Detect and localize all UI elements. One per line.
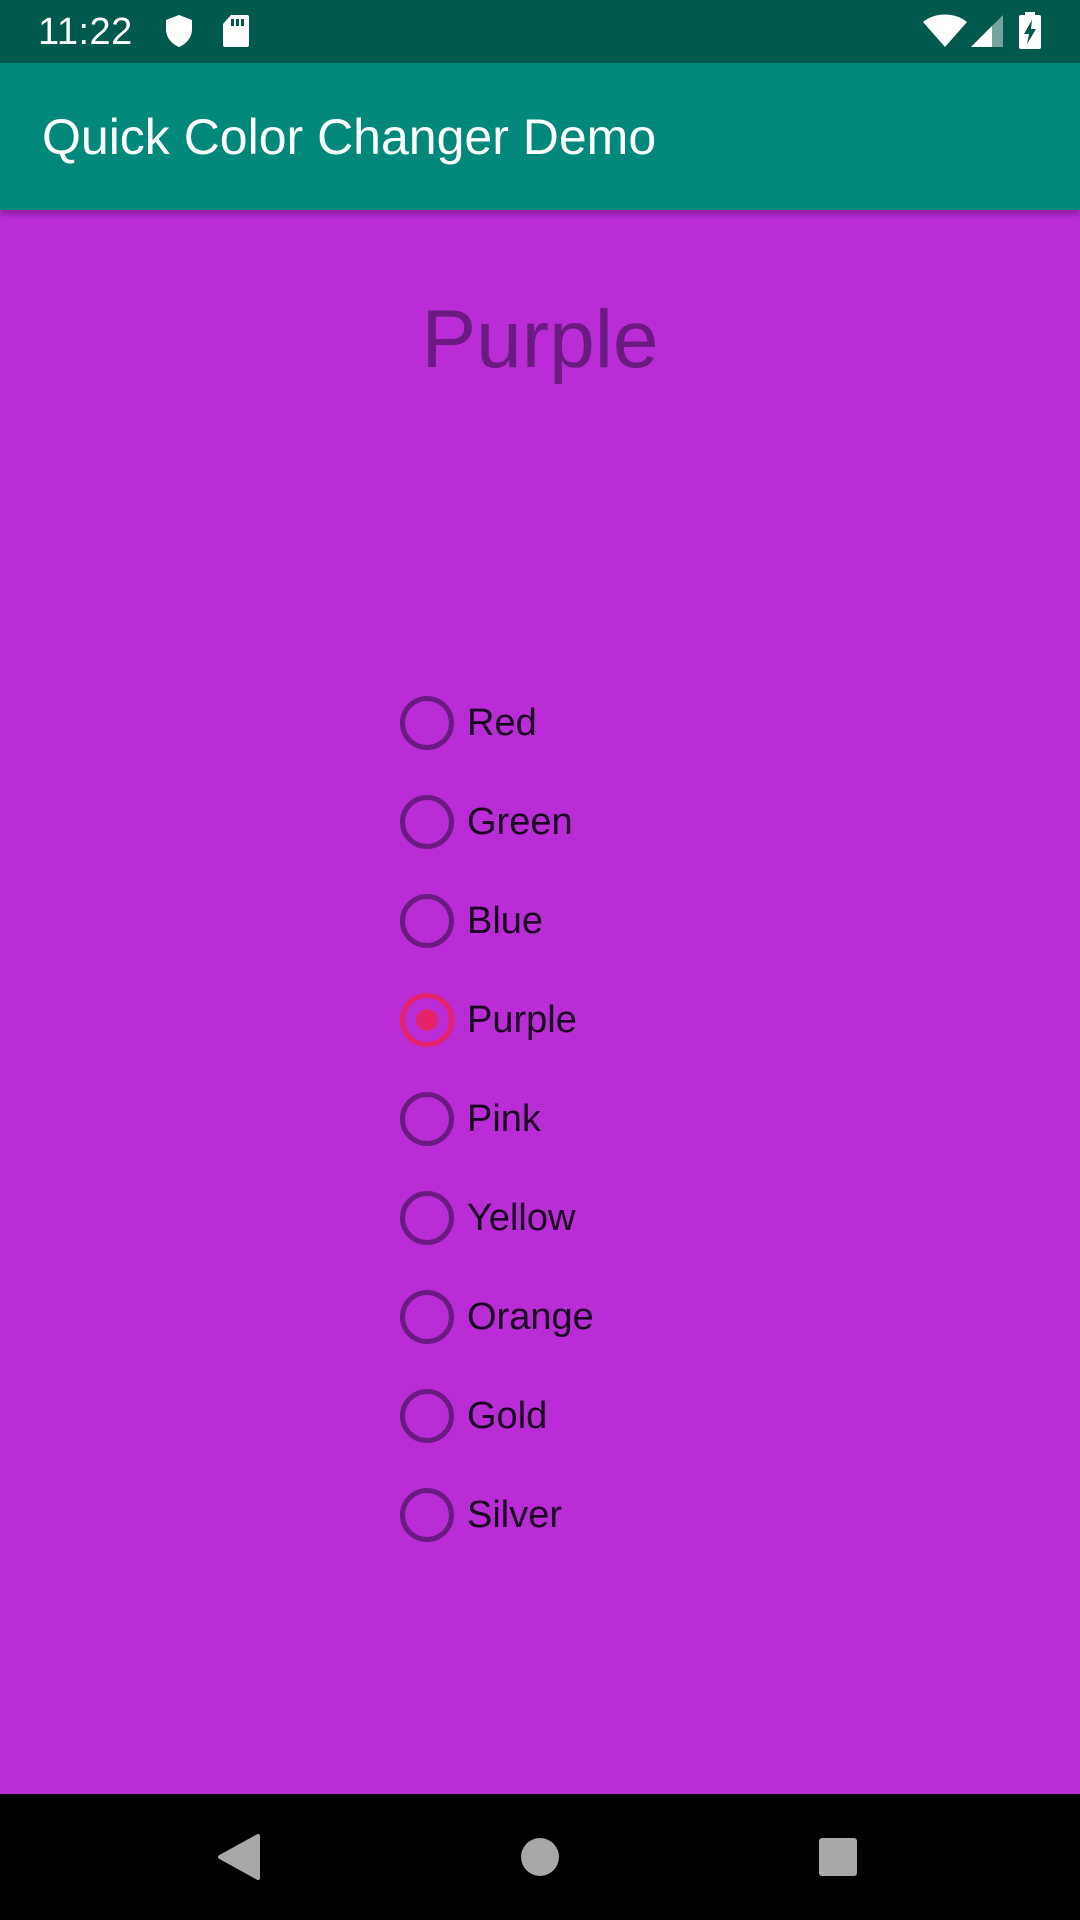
- radio-option-purple[interactable]: Purple: [398, 981, 898, 1080]
- home-button[interactable]: [470, 1794, 610, 1920]
- radio-option-gold[interactable]: Gold: [398, 1377, 898, 1476]
- radio-label: Orange: [467, 1296, 594, 1338]
- screen: 11:22 Quick Color Changer Demo Purple Re…: [0, 0, 1080, 1920]
- radio-button[interactable]: [400, 1389, 454, 1443]
- radio-button[interactable]: [400, 1092, 454, 1146]
- status-bar: 11:22: [0, 0, 1080, 63]
- radio-button[interactable]: [400, 1191, 454, 1245]
- radio-label: Purple: [467, 999, 577, 1041]
- radio-selected-dot: [416, 1009, 438, 1031]
- home-icon: [521, 1838, 559, 1876]
- radio-option-pink[interactable]: Pink: [398, 1080, 898, 1179]
- radio-label: Blue: [467, 900, 544, 942]
- recents-icon: [819, 1838, 857, 1876]
- radio-label: Pink: [467, 1098, 541, 1140]
- wifi-icon: [922, 14, 968, 53]
- selected-color-heading: Purple: [421, 294, 659, 385]
- radio-button[interactable]: [400, 696, 454, 750]
- radio-option-silver[interactable]: Silver: [398, 1476, 898, 1575]
- app-bar: Quick Color Changer Demo: [0, 63, 1080, 210]
- radio-option-blue[interactable]: Blue: [398, 882, 898, 981]
- radio-label: Yellow: [467, 1197, 576, 1239]
- radio-button[interactable]: [400, 1488, 454, 1542]
- radio-label: Red: [467, 702, 537, 744]
- app-title: Quick Color Changer Demo: [42, 109, 657, 165]
- radio-option-red[interactable]: Red: [398, 684, 898, 783]
- back-button[interactable]: [168, 1794, 308, 1920]
- radio-label: Green: [467, 801, 573, 843]
- shield-icon: [164, 14, 194, 53]
- radio-button[interactable]: [400, 1290, 454, 1344]
- signal-icon: [970, 14, 1004, 53]
- color-radio-group: Red Green Blue Purple Pink Yellow Orange Gold Si…: [398, 684, 898, 1575]
- radio-option-orange[interactable]: Orange: [398, 1278, 898, 1377]
- radio-option-green[interactable]: Green: [398, 783, 898, 882]
- radio-button[interactable]: [400, 894, 454, 948]
- radio-button[interactable]: [400, 993, 454, 1047]
- recents-button[interactable]: [768, 1794, 908, 1920]
- status-time: 11:22: [38, 11, 133, 53]
- sd-card-icon: [222, 14, 250, 53]
- radio-label: Silver: [467, 1494, 563, 1536]
- back-icon: [218, 1834, 260, 1880]
- radio-option-yellow[interactable]: Yellow: [398, 1179, 898, 1278]
- navigation-bar: [0, 1794, 1080, 1920]
- battery-charging-icon: [1018, 12, 1042, 55]
- radio-label: Gold: [467, 1395, 548, 1437]
- radio-button[interactable]: [400, 795, 454, 849]
